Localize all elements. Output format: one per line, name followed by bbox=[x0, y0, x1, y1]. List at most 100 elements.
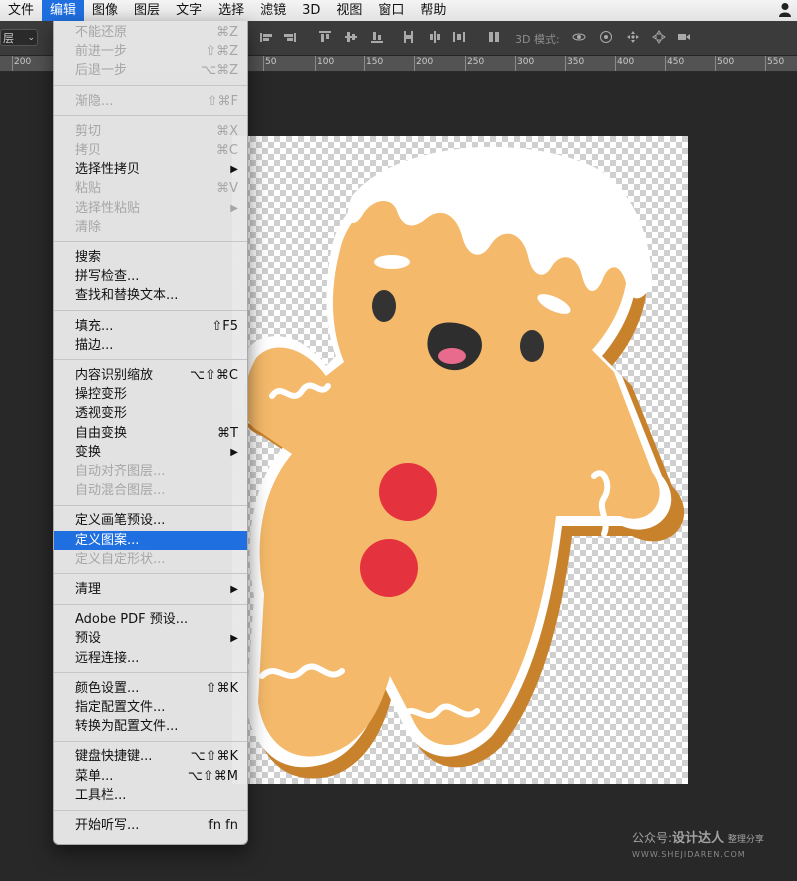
menu-item[interactable]: 定义图案... bbox=[54, 531, 247, 550]
menu-9[interactable]: 视图 bbox=[328, 0, 370, 21]
menu-item: 后退一步 ⌥⌘Z bbox=[54, 61, 247, 80]
menu-5[interactable]: 文字 bbox=[168, 0, 210, 21]
pan-icon[interactable] bbox=[626, 30, 640, 44]
menu-3[interactable]: 图像 bbox=[84, 0, 126, 21]
menu-item[interactable]: 查找和替换文本... bbox=[54, 286, 247, 305]
menu-item[interactable]: 搜索 bbox=[54, 248, 247, 267]
menu-1[interactable]: 文件 bbox=[0, 0, 42, 21]
menu-separator bbox=[54, 241, 247, 242]
menu-item-label: 不能还原 bbox=[75, 25, 128, 40]
chevron-down-icon: ⌄ bbox=[27, 33, 35, 43]
menu-item-shortcut: ⌥⌘Z bbox=[201, 63, 238, 78]
menu-item[interactable]: 内容识别缩放 ⌥⇧⌘C bbox=[54, 366, 247, 385]
ruler-tick bbox=[615, 56, 616, 71]
slide-icon[interactable] bbox=[652, 30, 666, 44]
menu-2[interactable]: 编辑 bbox=[42, 0, 85, 21]
menu-11[interactable]: 帮助 bbox=[412, 0, 454, 21]
roll-icon[interactable] bbox=[599, 30, 613, 44]
ruler-label: 500 bbox=[717, 57, 735, 67]
menu-item-label: 前进一步 bbox=[75, 44, 128, 59]
menu-item-shortcut: ⌘T bbox=[217, 426, 238, 441]
ruler-tick bbox=[765, 56, 766, 71]
menu-item[interactable]: 转换为配置文件... bbox=[54, 717, 247, 736]
menu-item-label: 内容识别缩放 bbox=[75, 368, 154, 383]
menu-item[interactable]: 定义画笔预设... bbox=[54, 511, 247, 530]
menu-item[interactable]: 远程连接... bbox=[54, 649, 247, 668]
distribute-icon[interactable] bbox=[402, 30, 416, 44]
menu-separator bbox=[54, 85, 247, 86]
menu-item[interactable]: 开始听写... fn fn bbox=[54, 816, 247, 835]
menu-item-label: 填充... bbox=[75, 319, 114, 334]
menu-item-label: 剪切 bbox=[75, 124, 102, 139]
menu-item[interactable]: 变换 ▶ bbox=[54, 443, 247, 462]
menu-item-label: 描边... bbox=[75, 338, 114, 353]
menu-item-label: 菜单... bbox=[75, 769, 114, 784]
camera-icon[interactable] bbox=[677, 30, 691, 44]
menu-item-shortcut: ⌘X bbox=[216, 124, 238, 139]
menu-separator bbox=[54, 359, 247, 360]
submenu-arrow-icon: ▶ bbox=[230, 584, 238, 595]
orbit-icon[interactable] bbox=[572, 30, 586, 44]
menu-item-label: 搜索 bbox=[75, 250, 102, 265]
menu-10[interactable]: 窗口 bbox=[370, 0, 412, 21]
menu-item[interactable]: 工具栏... bbox=[54, 786, 247, 805]
menu-item: 自动混合图层... bbox=[54, 481, 247, 500]
menu-item-label: 指定配置文件... bbox=[75, 700, 166, 715]
ruler-tick bbox=[315, 56, 316, 71]
menu-item[interactable]: 指定配置文件... bbox=[54, 698, 247, 717]
layer-select[interactable]: 层 ⌄ bbox=[0, 29, 38, 46]
menu-4[interactable]: 图层 bbox=[126, 0, 168, 21]
ruler-label: 300 bbox=[517, 57, 535, 67]
distribute-icon[interactable] bbox=[487, 30, 501, 44]
align-right-icon[interactable] bbox=[283, 30, 297, 44]
menu-item-label: 颜色设置... bbox=[75, 681, 140, 696]
menu-item: 拷贝 ⌘C bbox=[54, 141, 247, 160]
menu-item-shortcut: ⌥⇧⌘C bbox=[190, 368, 238, 383]
ruler-tick bbox=[465, 56, 466, 71]
ruler-tick bbox=[515, 56, 516, 71]
menu-item[interactable]: 预设 ▶ bbox=[54, 629, 247, 648]
menu-separator bbox=[54, 810, 247, 811]
menu-bar: 文件 编辑 图像 图层 文字 选择 滤镜 3D 视图 窗口 帮助 bbox=[0, 0, 797, 22]
menu-item-label: 后退一步 bbox=[75, 63, 128, 78]
menu-item[interactable]: 拼写检查... bbox=[54, 267, 247, 286]
menu-item-label: 开始听写... bbox=[75, 818, 140, 833]
menu-7[interactable]: 滤镜 bbox=[252, 0, 294, 21]
menu-8[interactable]: 3D bbox=[294, 0, 328, 21]
ruler-label: 400 bbox=[617, 57, 635, 67]
menu-item: 自动对齐图层... bbox=[54, 462, 247, 481]
menu-item-label: 清理 bbox=[75, 582, 102, 597]
menu-item[interactable]: 清理 ▶ bbox=[54, 580, 247, 599]
menu-item-shortcut: ⌥⇧⌘M bbox=[187, 769, 238, 784]
menu-item: 剪切 ⌘X bbox=[54, 122, 247, 141]
person-icon[interactable] bbox=[779, 2, 791, 17]
menu-item[interactable]: 填充... ⇧F5 bbox=[54, 317, 247, 336]
menu-item-label: 清除 bbox=[75, 220, 102, 235]
ruler-tick bbox=[715, 56, 716, 71]
menu-item-label: 自由变换 bbox=[75, 426, 128, 441]
menu-item[interactable]: 描边... bbox=[54, 336, 247, 355]
align-top-icon[interactable] bbox=[318, 30, 332, 44]
menu-item[interactable]: 菜单... ⌥⇧⌘M bbox=[54, 767, 247, 786]
align-left-icon[interactable] bbox=[259, 30, 273, 44]
menu-separator bbox=[54, 672, 247, 673]
menu-6[interactable]: 选择 bbox=[210, 0, 252, 21]
align-middle-icon[interactable] bbox=[344, 30, 358, 44]
ruler-tick bbox=[12, 56, 13, 71]
distribute-icon[interactable] bbox=[452, 30, 466, 44]
menu-item[interactable]: 选择性拷贝 ▶ bbox=[54, 160, 247, 179]
menu-item-label: 预设 bbox=[75, 631, 102, 646]
menu-item-shortcut: ⌘Z bbox=[216, 25, 238, 40]
align-bottom-icon[interactable] bbox=[370, 30, 384, 44]
menu-item-shortcut: ⌘V bbox=[216, 181, 238, 196]
menu-item[interactable]: 透视变形 bbox=[54, 404, 247, 423]
menu-item[interactable]: 自由变换 ⌘T bbox=[54, 424, 247, 443]
menu-item[interactable]: 键盘快捷键... ⌥⇧⌘K bbox=[54, 747, 247, 766]
menu-item[interactable]: Adobe PDF 预设... bbox=[54, 610, 247, 629]
menu-item[interactable]: 颜色设置... ⇧⌘K bbox=[54, 679, 247, 698]
menu-item-shortcut: ⇧F5 bbox=[211, 319, 238, 334]
menu-item[interactable]: 操控变形 bbox=[54, 385, 247, 404]
menu-item-shortcut: ⌥⇧⌘K bbox=[190, 749, 238, 764]
watermark-name: 设计达人 bbox=[672, 831, 725, 846]
distribute-icon[interactable] bbox=[428, 30, 442, 44]
